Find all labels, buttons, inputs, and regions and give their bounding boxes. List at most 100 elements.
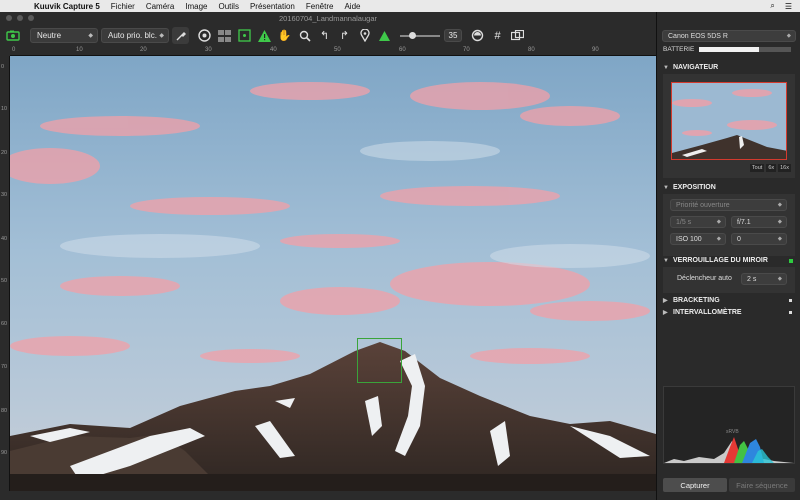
menu-camera[interactable]: Caméra [146,2,174,11]
clipping-warning-icon[interactable] [376,27,393,44]
camera-select[interactable]: Canon EOS 5DS R ◆ [662,30,796,42]
focus-frame-icon[interactable] [236,27,253,44]
chevron-down-icon: ▼ [663,257,669,264]
zoom-6x-button[interactable]: 6x [766,164,777,172]
image-viewport[interactable] [10,56,656,491]
histogram-graph [664,437,794,463]
zoom-slider[interactable] [400,31,440,39]
chevron-updown-icon: ◆ [777,202,782,208]
navigator-thumbnail[interactable] [671,82,787,160]
landscape-photo [10,56,656,491]
bracketing-header[interactable]: ▶ BRACKETING [663,295,720,306]
ruler-tick-label: 10 [1,106,8,112]
zoom-window-button[interactable] [28,15,34,21]
ruler-tick-label: 30 [1,192,8,198]
close-window-button[interactable] [6,15,12,21]
navigator-zoom-options: Tout 6x 16x [749,164,791,172]
chevron-right-icon: ▶ [663,310,668,316]
bracketing-status-indicator [789,299,792,302]
color-profile-value: Neutre [37,31,62,40]
menu-outils[interactable]: Outils [219,2,239,11]
navigator-header[interactable]: ▼ NAVIGATEUR [663,62,718,73]
ruler-top: 0 10 20 30 40 50 60 70 80 90 [10,46,656,56]
zoom-icon[interactable] [296,27,313,44]
exposure-header[interactable]: ▼ EXPOSITION [663,182,716,193]
ruler-tick-label: 90 [592,47,599,53]
chevron-updown-icon: ◆ [159,33,164,39]
ruler-tick-label: 30 [205,47,212,53]
grid-view-icon[interactable] [216,27,233,44]
iso-value: ISO 100 [676,235,702,243]
menu-image[interactable]: Image [185,2,207,11]
menu-list-icon[interactable]: ☰ [785,2,792,11]
window-controls [6,15,34,21]
hand-icon[interactable]: ✋ [276,27,293,44]
menu-bar: Kuuvik Capture 5 Fichier Caméra Image Ou… [0,0,800,12]
ruler-tick-label: 50 [334,47,341,53]
aperture-value: f/7.1 [737,218,751,226]
ruler-tick-label: 0 [12,47,16,53]
eyedropper-icon[interactable] [172,27,189,44]
aperture-icon[interactable] [196,27,213,44]
menu-presentation[interactable]: Présentation [250,2,295,11]
navigator-title: NAVIGATEUR [673,64,719,71]
ruler-tick-label: 80 [528,47,535,53]
navigator-preview-image [672,83,786,159]
zoom-all-button[interactable]: Tout [749,164,765,172]
chevron-updown-icon: ◆ [777,219,782,225]
histogram: sRVB [663,386,795,464]
rotate-left-icon[interactable]: ↰ [316,27,333,44]
exposure-mode-select[interactable]: Priorité ouverture ◆ [670,199,787,211]
minimize-window-button[interactable] [17,15,23,21]
ruler-tick-label: 40 [270,47,277,53]
battery-label: BATTERIE [663,46,695,53]
chevron-updown-icon: ◆ [786,33,791,39]
warning-icon[interactable] [256,27,273,44]
rotate-right-icon[interactable]: ↱ [336,27,353,44]
ruler-tick-label: 70 [463,47,470,53]
compare-icon[interactable] [509,27,526,44]
intervalometer-title: INTERVALLOMÈTRE [673,309,742,316]
color-profile-select[interactable]: Neutre ◆ [30,28,98,43]
exposure-compensation-value: 0 [737,235,741,243]
ruler-tick-label: 20 [140,47,147,53]
navigator-panel: Tout 6x 16x [663,74,795,178]
menu-fichier[interactable]: Fichier [111,2,135,11]
status-strip [0,491,656,500]
exposure-compensation-field[interactable]: 0 ◆ [731,233,787,245]
chevron-updown-icon: ◆ [88,33,93,39]
menu-app-name[interactable]: Kuuvik Capture 5 [34,2,100,11]
shutter-speed-value: 1/5 s [676,218,692,226]
intervalometer-header[interactable]: ▶ INTERVALLOMÈTRE [663,307,742,318]
search-icon[interactable]: ⌕ [770,1,774,11]
chevron-updown-icon: ◆ [777,276,782,282]
chevron-down-icon: ▼ [663,64,669,71]
ruler-tick-label: 90 [1,450,8,456]
mirror-lock-header[interactable]: ▼ VERROUILLAGE DU MIROIR [663,255,768,266]
slider-value[interactable]: 35 [444,29,462,42]
camera-icon[interactable] [4,27,21,44]
aperture-field[interactable]: f/7.1 ◆ [731,216,787,228]
ruler-tick-label: 10 [76,47,83,53]
iso-field[interactable]: ISO 100 ◆ [670,233,726,245]
zoom-slider-group: 35 [400,29,462,42]
ruler-tick-label: 60 [399,47,406,53]
white-balance-value: Auto prio. blc. [108,31,157,40]
menu-fenetre[interactable]: Fenêtre [306,2,334,11]
auto-release-select[interactable]: 2 s ◆ [741,273,787,285]
chevron-down-icon: ▼ [663,184,669,191]
slider-knob[interactable] [409,31,416,39]
exposure-title: EXPOSITION [673,184,716,191]
white-balance-select[interactable]: Auto prio. blc. ◆ [101,28,169,43]
ruler-left: 0 10 20 30 40 50 60 70 80 90 [0,56,10,491]
sequence-button[interactable]: Faire séquence [729,478,795,492]
zoom-16x-button[interactable]: 16x [778,164,791,172]
shutter-speed-field[interactable]: 1/5 s ◆ [670,216,726,228]
overlay-icon[interactable] [469,27,486,44]
focus-point-box[interactable] [357,338,402,383]
location-pin-icon[interactable] [356,27,373,44]
mirror-lock-status-indicator [789,259,793,263]
grid-overlay-icon[interactable]: # [489,27,506,44]
menu-aide[interactable]: Aide [344,2,360,11]
capture-button[interactable]: Capturer [663,478,727,492]
